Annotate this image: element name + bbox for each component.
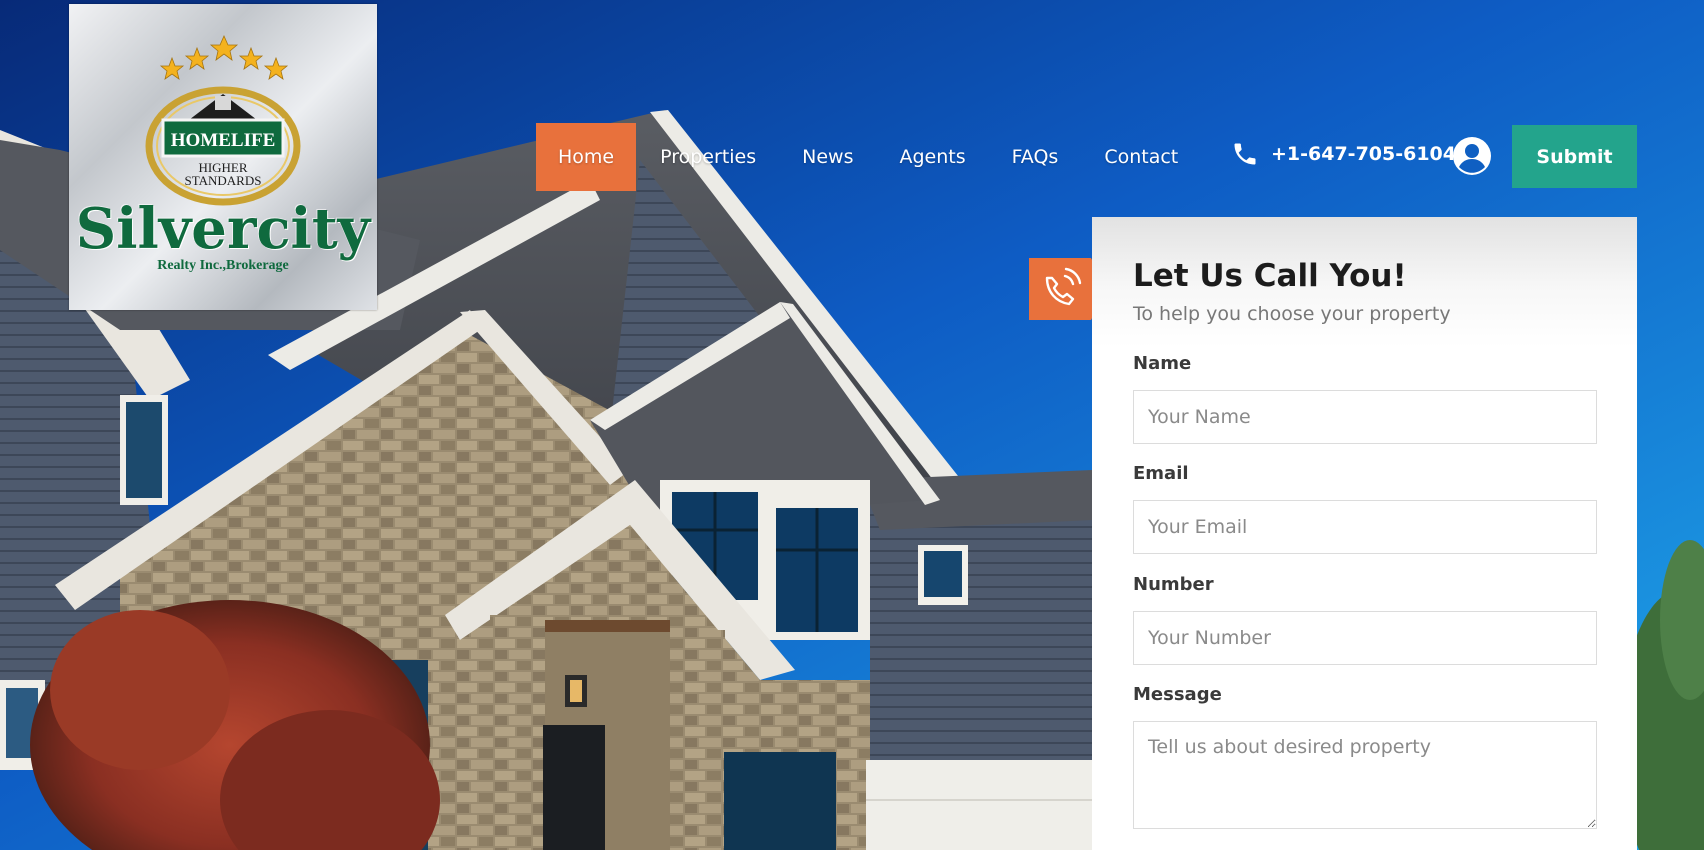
callback-form: Let Us Call You! To help you choose your…	[1092, 217, 1637, 850]
user-icon[interactable]	[1452, 136, 1492, 176]
nav-news[interactable]: News	[780, 123, 875, 191]
nav-contact[interactable]: Contact	[1082, 123, 1200, 191]
stars-icon	[159, 35, 289, 80]
form-title: Let Us Call You!	[1133, 258, 1407, 294]
logo-brand-text: HOMELIFE	[171, 130, 276, 151]
submit-button[interactable]: Submit	[1512, 125, 1637, 188]
email-input[interactable]	[1133, 500, 1597, 554]
phone-icon	[1234, 143, 1256, 165]
brand-logo[interactable]: HOMELIFE HIGHER STANDARDS Silvercity Rea…	[69, 4, 377, 310]
phone-link[interactable]: +1-647-705-6104	[1231, 140, 1456, 168]
logo-tagline-2: STANDARDS	[185, 173, 262, 188]
logo-subtitle: Realty Inc.,Brokerage	[157, 258, 289, 273]
name-input[interactable]	[1133, 390, 1597, 444]
nav-properties[interactable]: Properties	[638, 123, 778, 191]
number-label: Number	[1133, 574, 1214, 595]
number-input[interactable]	[1133, 611, 1597, 665]
main-nav: Home Properties News Agents FAQs Contact	[536, 123, 1200, 191]
logo-name: Silvercity	[75, 196, 371, 262]
name-label: Name	[1133, 353, 1192, 374]
homelife-badge: HOMELIFE HIGHER STANDARDS	[145, 86, 301, 206]
nav-home[interactable]: Home	[536, 123, 637, 191]
phone-number: +1-647-705-6104	[1271, 143, 1456, 165]
form-subtitle: To help you choose your property	[1133, 303, 1451, 325]
email-label: Email	[1133, 463, 1189, 484]
nav-faqs[interactable]: FAQs	[990, 123, 1081, 191]
nav-agents[interactable]: Agents	[877, 123, 987, 191]
message-textarea[interactable]	[1133, 721, 1597, 829]
message-label: Message	[1133, 684, 1222, 705]
